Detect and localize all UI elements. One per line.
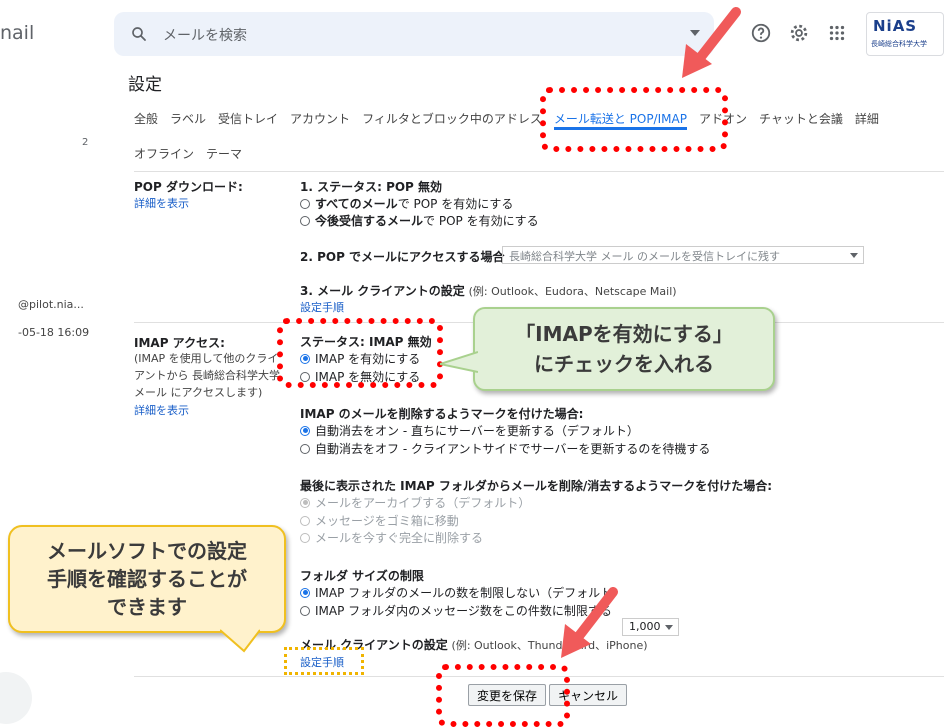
arrow-icon bbox=[682, 7, 741, 78]
tab-inbox[interactable]: 受信トレイ bbox=[218, 110, 278, 130]
page-title: 設定 bbox=[128, 75, 162, 95]
settings-tabs-row2: オフライン テーマ bbox=[134, 145, 254, 162]
help-icon[interactable] bbox=[750, 22, 772, 44]
search-bar[interactable]: メールを検索 bbox=[114, 12, 714, 56]
side-panel-toggle[interactable] bbox=[0, 672, 32, 724]
callout-pointer bbox=[440, 351, 478, 373]
pop-access-value: 長崎総合科学大学 メール のメールを受信トレイに残す bbox=[509, 250, 780, 263]
chevron-down-icon bbox=[665, 625, 673, 630]
callout-pointer bbox=[220, 629, 260, 653]
imap-no-limit-radio[interactable] bbox=[300, 587, 310, 598]
tab-themes[interactable]: テーマ bbox=[206, 145, 242, 162]
pop-access-label: 2. POP でメールにアクセスする場合 bbox=[300, 250, 505, 264]
imap-folder-heading: フォルダ サイズの制限 bbox=[300, 569, 424, 583]
pop-all-option[interactable]: すべてのメールで POP を有効にする bbox=[300, 195, 513, 212]
tab-chat-meet[interactable]: チャットと会議 bbox=[759, 110, 843, 130]
pop-access-select[interactable]: 長崎総合科学大学 メール のメールを受信トレイに残す bbox=[502, 246, 864, 264]
pop-status: 1. ステータス: POP 無効 bbox=[300, 180, 443, 194]
account-email: @pilot.nia... bbox=[18, 298, 84, 311]
pop-client-label: 3. メール クライアントの設定 bbox=[300, 284, 465, 298]
callout-yellow-line3: できます bbox=[107, 595, 187, 619]
imap-status-highlight-box bbox=[277, 318, 443, 388]
pop-section-label: POP ダウンロード: bbox=[134, 180, 243, 194]
pop-new-radio[interactable] bbox=[300, 215, 310, 226]
callout-enable-imap: 「IMAPを有効にする」 にチェックを入れる bbox=[473, 307, 775, 391]
tab-advanced[interactable]: 詳細 bbox=[855, 110, 879, 130]
logo-mark: NiAS bbox=[873, 17, 918, 35]
org-logo[interactable]: NiAS 長崎総合科学大学 bbox=[866, 12, 944, 56]
search-input[interactable]: メールを検索 bbox=[163, 25, 247, 45]
imap-detail-link[interactable]: 詳細を表示 bbox=[134, 402, 189, 418]
logo-subtitle: 長崎総合科学大学 bbox=[871, 40, 927, 48]
imap-archive-radio[interactable] bbox=[300, 497, 310, 508]
pop-detail-link[interactable]: 詳細を表示 bbox=[134, 195, 189, 211]
pop-client-example: (例: Outlook、Eudora、Netscape Mail) bbox=[468, 285, 677, 298]
pop-client-row: 3. メール クライアントの設定 (例: Outlook、Eudora、Nets… bbox=[300, 282, 677, 299]
divider bbox=[134, 171, 944, 172]
imap-delete-forever-radio[interactable] bbox=[300, 532, 310, 543]
imap-autoexpunge-on-option[interactable]: 自動消去をオン - 直ちにサーバーを更新する（デフォルト） bbox=[300, 422, 639, 439]
save-highlight-box bbox=[436, 664, 570, 727]
callout-setup-guide: メールソフトでの設定 手順を確認することが できます bbox=[8, 525, 286, 633]
pop-new-option[interactable]: 今後受信するメールで POP を有効にする bbox=[300, 212, 539, 229]
imap-autoexpunge-off-option[interactable]: 自動消去をオフ - クライアントサイドでサーバーを更新するのを待機する bbox=[300, 440, 710, 457]
callout-yellow-line1: メールソフトでの設定 bbox=[47, 539, 247, 563]
imap-archive-option[interactable]: メールをアーカイブする（デフォルト） bbox=[300, 494, 530, 511]
search-icon[interactable] bbox=[130, 25, 148, 43]
pop-all-radio[interactable] bbox=[300, 198, 310, 209]
tab-filters[interactable]: フィルタとブロック中のアドレス bbox=[362, 110, 542, 130]
setup-link-highlight-box bbox=[284, 647, 364, 675]
settings-tabs: 全般 ラベル 受信トレイ アカウント フィルタとブロック中のアドレス メール転送… bbox=[134, 110, 891, 130]
app-title: nail bbox=[0, 22, 35, 44]
imap-delete-heading: IMAP のメールを削除するようマークを付けた場合: bbox=[300, 407, 584, 421]
arrow-icon bbox=[561, 587, 618, 658]
imap-limit-radio[interactable] bbox=[300, 605, 310, 616]
imap-expunge-heading: 最後に表示された IMAP フォルダからメールを削除/消去するようマークを付けた… bbox=[300, 479, 773, 493]
imap-trash-option[interactable]: メッセージをゴミ箱に移動 bbox=[300, 512, 459, 529]
imap-autoexpunge-on-radio[interactable] bbox=[300, 425, 310, 436]
tab-labels[interactable]: ラベル bbox=[170, 110, 206, 130]
imap-section-label: IMAP アクセス: bbox=[134, 336, 225, 350]
pop-setup-link[interactable]: 設定手順 bbox=[300, 299, 344, 315]
unread-count: 2 bbox=[82, 137, 89, 148]
callout-yellow-line2: 手順を確認することが bbox=[47, 567, 247, 591]
imap-autoexpunge-off-radio[interactable] bbox=[300, 443, 310, 454]
chevron-down-icon bbox=[850, 253, 858, 258]
tab-accounts[interactable]: アカウント bbox=[290, 110, 350, 130]
imap-limit-value: 1,000 bbox=[629, 620, 661, 633]
gear-icon[interactable] bbox=[788, 22, 810, 44]
tab-general[interactable]: 全般 bbox=[134, 110, 158, 130]
apps-icon[interactable] bbox=[826, 22, 848, 44]
tab-offline[interactable]: オフライン bbox=[134, 145, 194, 162]
tab-highlight-box bbox=[540, 87, 728, 152]
imap-description: (IMAP を使用して他のクライアントから 長崎総合科学大学 メール にアクセス… bbox=[134, 352, 281, 399]
callout-green-line2: にチェックを入れる bbox=[534, 352, 714, 376]
last-activity-date: -05-18 16:09 bbox=[18, 326, 90, 339]
imap-trash-radio[interactable] bbox=[300, 515, 310, 526]
imap-delete-forever-option[interactable]: メールを今すぐ完全に削除する bbox=[300, 529, 483, 546]
imap-limit-select[interactable]: 1,000 bbox=[622, 618, 679, 636]
callout-green-line1: 「IMAPを有効にする」 bbox=[515, 322, 733, 346]
